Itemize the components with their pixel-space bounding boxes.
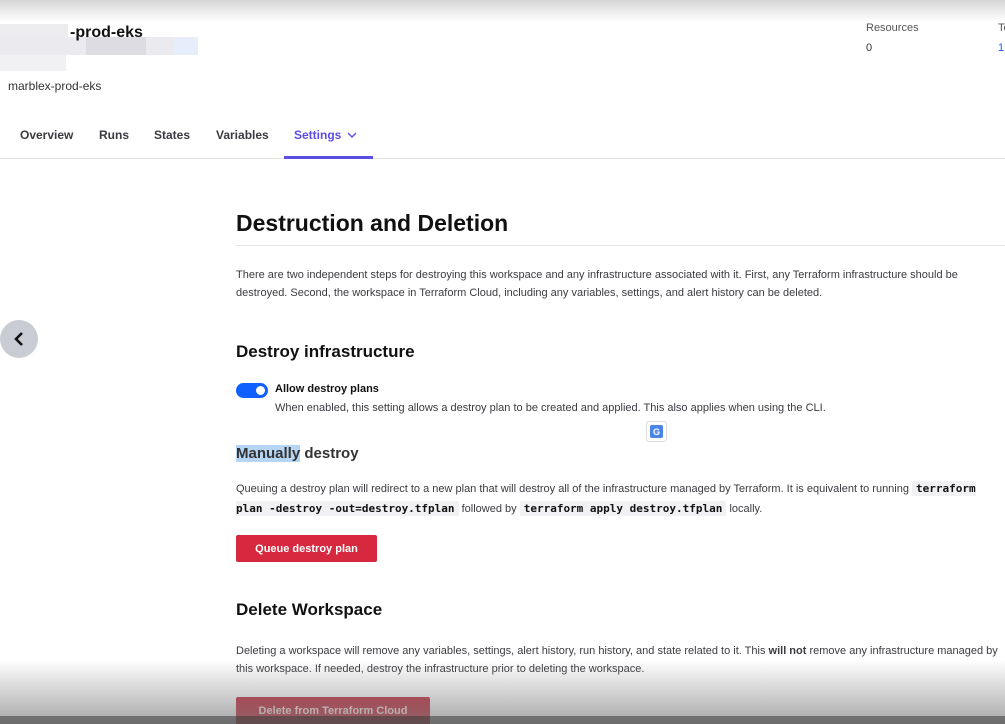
redacted-block [174,37,198,55]
delete-workspace-button[interactable]: Delete from Terraform Cloud [236,697,430,724]
allow-destroy-toggle[interactable] [236,383,268,398]
tab-variables[interactable]: Variables [216,128,269,142]
manual-destroy-heading: Manually destroy [236,445,359,462]
allow-destroy-label: Allow destroy plans [275,383,379,395]
delete-text-1: Deleting a workspace will remove any var… [236,645,769,657]
resources-count: 0 [866,42,873,54]
translate-icon: G [650,425,663,438]
bottom-bar [0,716,1005,724]
destroy-heading: Destroy infrastructure [236,342,415,361]
page-title: Destruction and Deletion [236,210,509,236]
workspace-subtitle: marblex-prod-eks [8,79,102,93]
manual-destroy-text: Queuing a destroy plan will redirect to … [236,479,1005,519]
manual-text-1: Queuing a destroy plan will redirect to … [236,483,909,495]
resources-label: Resources [866,22,919,34]
redacted-block [0,24,68,38]
tab-settings[interactable]: Settings [294,128,357,142]
second-stat-value[interactable]: 1 [998,42,1004,54]
manual-text-2: followed by [458,503,520,515]
tab-overview[interactable]: Overview [20,128,73,142]
manual-text-3: locally. [726,503,763,515]
chevron-down-icon [347,131,357,142]
allow-destroy-help: When enabled, this setting allows a dest… [275,402,826,414]
tab-states[interactable]: States [154,128,190,142]
delete-text-bold: will not [768,645,807,657]
tab-runs[interactable]: Runs [99,128,129,142]
active-tab-indicator [284,156,373,159]
delete-heading: Delete Workspace [236,600,383,619]
queue-destroy-plan-button[interactable]: Queue destroy plan [236,535,377,562]
code-snippet-apply: terraform apply destroy.tfplan [519,501,727,516]
chevron-left-icon [14,332,23,346]
highlighted-text: Manually [236,445,301,462]
delete-text: Deleting a workspace will remove any var… [236,642,1005,678]
toggle-knob [256,386,265,395]
redacted-block [0,55,66,71]
manual-destroy-heading-rest: destroy [300,445,359,462]
workspace-title: -prod-eks [70,24,143,41]
second-stat-label: Te [998,22,1005,34]
title-divider [236,245,1005,246]
translate-button[interactable]: G [646,421,667,442]
back-button[interactable] [0,320,38,358]
tab-settings-label: Settings [294,128,342,142]
top-shade [0,0,1005,22]
workspace-tabs: Overview Runs States Variables Settings [0,119,1005,159]
intro-text: There are two independent steps for dest… [236,269,958,299]
